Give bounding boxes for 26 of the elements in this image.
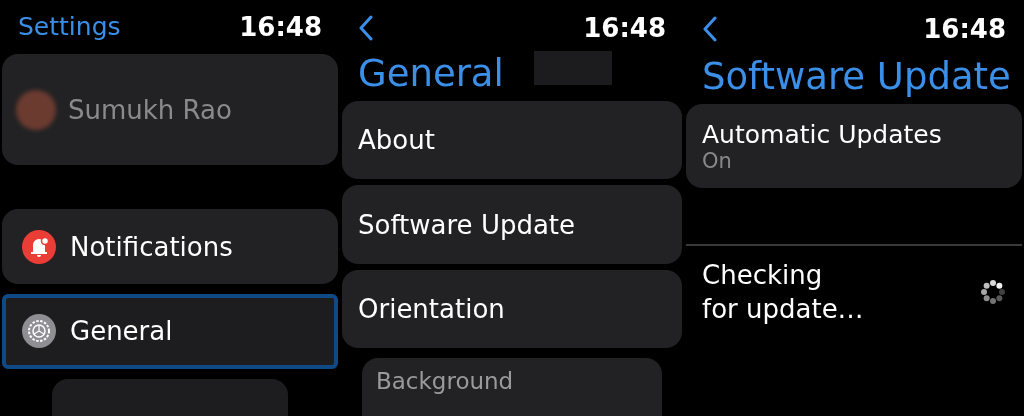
list-item[interactable]: About [342,101,682,180]
list-item[interactable]: Background [362,357,662,416]
settings-item[interactable]: General [2,294,338,369]
screen-title: Software Update [701,58,1012,100]
clock-time: 16:48 [583,12,666,43]
avatar-icon [16,89,56,130]
item-value: On [702,148,733,173]
item-label: Automatic Updates [702,119,943,149]
profile-card[interactable]: Sumukh Rao [2,53,338,166]
screen-title: General [357,55,504,98]
settings-item[interactable]: Notifications [2,209,338,285]
clock-time: 16:48 [239,11,322,42]
profile-name: Sumukh Rao [68,94,232,125]
list-item[interactable]: Software Update [342,185,682,264]
gear-icon [22,314,56,349]
bell-icon [22,229,56,264]
spinner-icon [980,277,1006,307]
back-icon[interactable] [358,14,374,41]
item-label: Notifications [70,231,233,262]
list-item[interactable]: Orientation [342,269,682,348]
item-label: General [70,316,173,347]
status-text: Checking for update… [702,259,864,326]
automatic-updates-item[interactable]: Automatic Updates On [686,104,1022,188]
back-icon[interactable] [702,16,718,42]
screen-title: Settings [18,12,121,42]
clock-time: 16:48 [923,14,1006,44]
